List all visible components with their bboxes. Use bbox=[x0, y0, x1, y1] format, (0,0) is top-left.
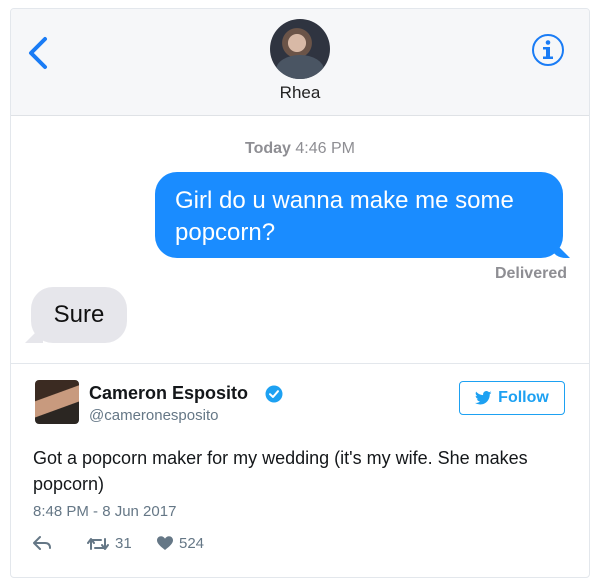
tweet-author-handle[interactable]: @cameronesposito bbox=[89, 407, 218, 424]
delivery-status: Delivered bbox=[494, 265, 567, 282]
outgoing-message-bubble[interactable]: Girl do u wanna make me some popcorn? bbox=[155, 172, 563, 258]
timestamp-time: 4:46 PM bbox=[295, 140, 355, 157]
follow-button[interactable]: Follow bbox=[459, 381, 565, 415]
reply-button[interactable] bbox=[33, 535, 51, 551]
incoming-message-bubble[interactable]: Sure bbox=[31, 287, 127, 343]
tweet-text: Got a popcorn maker for my wedding (it's… bbox=[33, 448, 528, 494]
incoming-message-text: Sure bbox=[53, 301, 105, 328]
reply-icon bbox=[33, 536, 51, 550]
like-count: 524 bbox=[179, 535, 205, 552]
retweet-button[interactable]: 31 bbox=[87, 535, 132, 552]
messages-header: Rhea bbox=[11, 9, 589, 116]
timestamp-day: Today bbox=[245, 140, 291, 157]
twitter-bird-icon bbox=[475, 391, 492, 405]
section-divider bbox=[11, 363, 589, 364]
retweet-icon bbox=[87, 537, 109, 550]
info-icon bbox=[532, 34, 564, 66]
tweet-author-name[interactable]: Cameron Esposito bbox=[89, 383, 248, 404]
follow-label: Follow bbox=[498, 389, 549, 406]
back-button[interactable] bbox=[25, 33, 55, 73]
contact-name: Rhea bbox=[279, 83, 321, 102]
retweet-count: 31 bbox=[115, 535, 132, 552]
screenshot-card: Rhea Today 4:46 PM Girl do u wanna make … bbox=[10, 8, 590, 578]
outgoing-message-text: Girl do u wanna make me some popcorn? bbox=[175, 187, 514, 246]
tweet-timestamp[interactable]: 8:48 PM - 8 Jun 2017 bbox=[33, 503, 176, 520]
heart-icon bbox=[157, 536, 173, 550]
verified-badge-icon bbox=[265, 385, 283, 403]
info-button[interactable] bbox=[531, 33, 565, 67]
contact-avatar[interactable] bbox=[270, 19, 330, 79]
like-button[interactable]: 524 bbox=[157, 535, 204, 552]
tweet-author-avatar[interactable] bbox=[35, 380, 79, 424]
message-timestamp: Today 4:46 PM bbox=[11, 140, 589, 158]
chevron-left-icon bbox=[29, 37, 47, 69]
